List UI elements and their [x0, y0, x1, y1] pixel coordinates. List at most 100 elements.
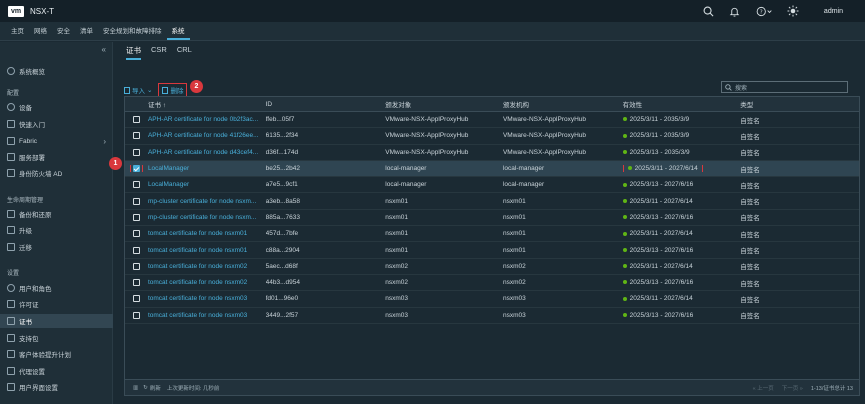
sidebar-item-ui-settings[interactable]: 用户界面设置 — [0, 380, 113, 394]
row-select-cell — [125, 279, 148, 287]
tab-csr[interactable]: CSR — [151, 45, 167, 60]
sidebar-item-quickstart[interactable]: 快速入门 — [0, 117, 113, 131]
search-box[interactable]: 搜索 — [721, 81, 848, 93]
sidebar-item-appliances[interactable]: 设备 — [0, 100, 113, 114]
table-row[interactable]: mp-cluster certificate for node nsxm... a… — [125, 193, 859, 210]
nav-networking[interactable]: 网络 — [29, 25, 52, 40]
table-row[interactable]: tomcat certificate for node nsxm01 457d..… — [125, 226, 859, 243]
cert-name-link[interactable]: mp-cluster certificate for node nsxm... — [148, 198, 256, 205]
sidebar-item-certificates[interactable]: 证书 — [0, 314, 113, 328]
table-row[interactable]: tomcat certificate for node nsxm02 5aec..… — [125, 259, 859, 275]
table-row[interactable]: LocalManager be25...2b42 local-manager loca… — [125, 160, 859, 178]
sidebar-item-service-deploy[interactable]: 服务部署 — [0, 150, 113, 164]
column-certificate[interactable]: 证书 ↑ — [148, 99, 266, 109]
backup-icon — [7, 210, 15, 218]
cert-name-link[interactable]: tomcat certificate for node nsxm01 — [148, 230, 247, 237]
tab-crl[interactable]: CRL — [177, 45, 192, 60]
cert-name-link[interactable]: LocalManager — [148, 165, 189, 172]
table-row[interactable]: APH-AR certificate for node d43cef4... d3… — [125, 145, 859, 161]
sidebar-item-ceip[interactable]: 客户体验提升计划 — [0, 347, 113, 361]
sidebar-item-overview[interactable]: 系统概览 — [0, 64, 113, 78]
nav-home[interactable]: 主页 — [6, 25, 29, 40]
cert-name-link[interactable]: mp-cluster certificate for node nsxm... — [148, 214, 256, 221]
row-checkbox[interactable] — [132, 230, 140, 238]
row-checkbox[interactable] — [132, 311, 140, 319]
cert-name-link[interactable]: tomcat certificate for node nsxm02 — [148, 263, 247, 270]
column-type[interactable]: 类型 — [740, 99, 859, 109]
sidebar-item-backup[interactable]: 备份和还原 — [0, 207, 113, 221]
row-checkbox[interactable] — [129, 165, 143, 173]
ui-settings-icon — [7, 383, 15, 391]
nav-plan-troubleshoot[interactable]: 安全规划和故障排除 — [98, 25, 167, 40]
firewall-icon — [7, 169, 15, 177]
row-checkbox[interactable] — [132, 197, 140, 205]
refresh-button[interactable]: 刷新 — [150, 384, 161, 392]
tab-certificates[interactable]: 证书 — [126, 45, 141, 60]
sidebar-item-migrate[interactable]: 迁移 — [0, 240, 113, 254]
table-row[interactable]: LocalManager a7e5...9cf1 local-manager loca… — [125, 177, 859, 194]
row-checkbox[interactable] — [132, 181, 140, 189]
row-checkbox[interactable] — [132, 279, 140, 287]
table-row[interactable]: APH-AR certificate for node 0b2f3ac... ff… — [125, 112, 859, 129]
column-issued-by[interactable]: 颁发机构 — [503, 99, 623, 109]
row-checkbox[interactable] — [132, 148, 140, 156]
row-checkbox[interactable] — [132, 116, 140, 124]
user-menu[interactable]: admin — [824, 8, 843, 15]
sidebar-item-fabric[interactable]: Fabric › — [0, 134, 113, 148]
theme-sun-icon[interactable] — [786, 4, 800, 18]
row-select-cell — [125, 181, 148, 189]
nav-system[interactable]: 系统 — [166, 25, 190, 40]
nav-inventory[interactable]: 清单 — [75, 25, 98, 40]
row-select-cell — [125, 295, 148, 303]
cert-name-link[interactable]: APH-AR certificate for node 41f26ee... — [148, 132, 259, 139]
column-id[interactable]: ID — [266, 101, 386, 108]
cert-name-link[interactable]: tomcat certificate for node nsxm03 — [148, 295, 247, 302]
cert-id: 5aec...d68f — [265, 262, 298, 270]
delete-button[interactable]: 删除 — [158, 83, 188, 97]
row-checkbox[interactable] — [132, 213, 140, 221]
validity-value: 2025/3/11 - 2027/6/14 — [622, 263, 693, 270]
table-row[interactable]: tomcat certificate for node nsxm01 c88a..… — [125, 242, 859, 259]
cert-name-link[interactable]: tomcat certificate for node nsxm03 — [148, 312, 247, 319]
sidebar-item-upgrade[interactable]: 升级 — [0, 223, 113, 237]
sidebar-item-support-bundle[interactable]: 支持包 — [0, 331, 113, 345]
sort-up-icon[interactable]: ↑ — [163, 102, 166, 109]
search-icon[interactable] — [702, 4, 716, 18]
table-row[interactable]: tomcat certificate for node nsxm02 44b3..… — [125, 275, 859, 292]
sidebar-item-users-roles[interactable]: 用户和角色 — [0, 281, 113, 295]
cert-name-link[interactable]: tomcat certificate for node nsxm02 — [148, 279, 247, 286]
cert-name-link[interactable]: APH-AR certificate for node 0b2f3ac... — [148, 116, 258, 123]
row-select-cell — [125, 132, 148, 140]
sidebar-item-idfw-ad[interactable]: 身份防火墙 AD — [0, 166, 113, 180]
collapse-sidebar-icon[interactable]: « — [102, 45, 106, 54]
column-validity[interactable]: 有效性 — [623, 99, 741, 109]
prev-page-button[interactable]: « 上一页 — [753, 384, 774, 392]
nav-security[interactable]: 安全 — [52, 25, 75, 40]
search-input[interactable]: 搜索 — [735, 83, 747, 92]
column-toggle-icon[interactable]: ▥ — [133, 385, 138, 391]
sidebar-item-proxy[interactable]: 代理设置 — [0, 364, 113, 378]
table-row[interactable]: APH-AR certificate for node 41f26ee... 61… — [125, 128, 859, 145]
step-badge-1: 1 — [109, 157, 122, 170]
column-issued-to[interactable]: 颁发对象 — [385, 99, 503, 109]
help-icon[interactable]: ? — [754, 4, 774, 18]
row-checkbox[interactable] — [132, 262, 140, 270]
import-button[interactable]: 导入 ⌄ — [124, 85, 152, 95]
cert-id: 457d...7bfe — [265, 230, 299, 238]
refresh-icon[interactable]: ↻ — [143, 385, 148, 391]
row-checkbox[interactable] — [132, 246, 140, 254]
row-checkbox[interactable] — [132, 295, 140, 303]
next-page-button[interactable]: 下一页 » — [782, 384, 803, 392]
cert-name-link[interactable]: tomcat certificate for node nsxm01 — [148, 247, 247, 254]
table-row[interactable]: mp-cluster certificate for node nsxm... 8… — [125, 210, 859, 227]
cert-name-link[interactable]: LocalManager — [148, 181, 189, 188]
sidebar-item-license[interactable]: 许可证 — [0, 297, 113, 311]
table-row[interactable]: tomcat certificate for node nsxm03 fd01..… — [125, 291, 859, 308]
bell-icon[interactable] — [728, 4, 742, 18]
issued-by: nsxm01 — [502, 213, 526, 221]
row-select-cell — [125, 246, 148, 254]
svg-text:?: ? — [760, 9, 763, 15]
row-checkbox[interactable] — [132, 132, 140, 140]
cert-name-link[interactable]: APH-AR certificate for node d43cef4... — [148, 149, 258, 156]
table-row[interactable]: tomcat certificate for node nsxm03 3449..… — [125, 308, 859, 324]
